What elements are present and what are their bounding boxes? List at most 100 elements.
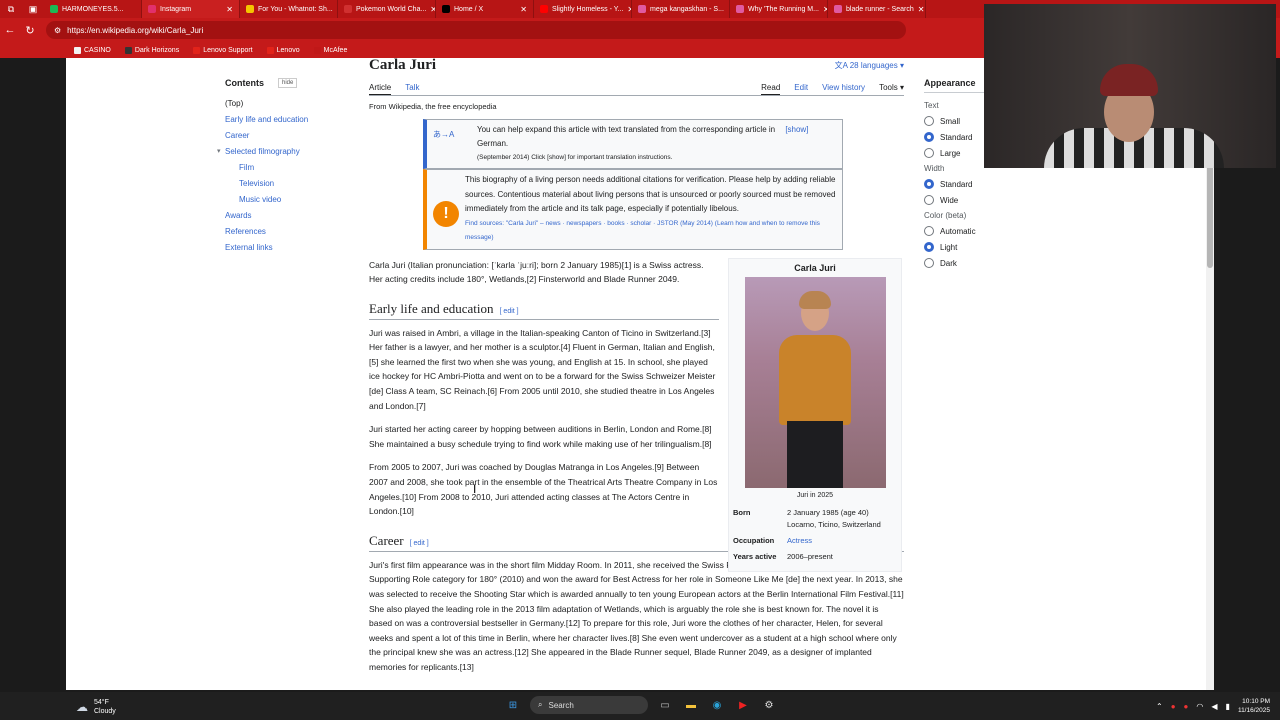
tools-menu[interactable]: Tools ▾ — [879, 83, 904, 95]
radio-circle-icon — [924, 148, 934, 158]
tab-favicon-icon — [638, 5, 646, 13]
infobox-row: Born 2 January 1985 (age 40) Locarno, Tic… — [733, 507, 897, 531]
bookmark-folder-icon — [74, 46, 81, 54]
windows-start-icon[interactable]: ⊞ — [504, 696, 522, 714]
tab-actions-icon[interactable]: ▣ — [22, 4, 44, 15]
toc-item-film[interactable]: Film — [225, 160, 365, 176]
close-tab-icon[interactable]: ✕ — [520, 5, 527, 14]
radio-circle-icon — [924, 226, 934, 236]
clock[interactable]: 10:10 PM 11/16/2025 — [1238, 697, 1270, 715]
tab-title: Home / X — [454, 5, 484, 13]
tab-edit[interactable]: Edit — [794, 83, 808, 95]
toc-item-top[interactable]: (Top) — [225, 96, 365, 112]
bookmark[interactable]: Lenovo — [266, 46, 300, 54]
webcam-overlay — [984, 4, 1276, 168]
speaker-icon[interactable]: ◀ — [1211, 702, 1217, 711]
toc-hide-button[interactable]: hide — [278, 78, 298, 88]
search-icon: ⌕ — [538, 700, 543, 709]
tab-favicon-icon — [442, 5, 450, 13]
radio-width-wide[interactable]: Wide — [924, 195, 1054, 205]
bookmark[interactable]: Lenovo Support — [193, 46, 253, 54]
radio-color-automatic[interactable]: Automatic — [924, 226, 1054, 236]
browser-tab[interactable]: Why 'The Running M...✕ — [730, 0, 828, 18]
find-sources-line[interactable]: Find sources: "Carla Juri" – news · news… — [465, 217, 836, 246]
toc-item-external-links[interactable]: External links — [225, 240, 365, 256]
browser-tab[interactable]: Instagram ✕ — [142, 0, 240, 18]
toc-item-awards[interactable]: Awards — [225, 208, 365, 224]
url-field[interactable]: ⚙ https://en.wikipedia.org/wiki/Carla_Ju… — [46, 21, 906, 39]
file-explorer-icon[interactable]: ▬ — [682, 696, 700, 714]
portrait-pants — [786, 421, 843, 488]
toc-item-early-life[interactable]: Early life and education — [225, 112, 365, 128]
browser-tab[interactable]: For You - Whatnot: Sh...✕ — [240, 0, 338, 18]
weather-widget[interactable]: ☁ 54°F Cloudy — [76, 698, 116, 716]
chevron-up-icon[interactable]: ⌃ — [1156, 702, 1163, 711]
browser-tab[interactable]: Pokemon World Cha...✕ — [338, 0, 436, 18]
edit-section-link[interactable]: [ edit ] — [500, 308, 519, 315]
infobox-value-link[interactable]: Actress — [787, 535, 812, 547]
taskbar-search[interactable]: ⌕ Search — [530, 696, 648, 714]
notice-text: This biography of a living person needs … — [465, 175, 836, 213]
languages-button[interactable]: 文A 28 languages ▾ — [835, 60, 904, 71]
tab-view-history[interactable]: View history — [822, 83, 865, 95]
reload-icon[interactable]: ↻ — [20, 24, 40, 37]
bookmark[interactable]: McAfee — [313, 46, 347, 54]
infobox: Carla Juri Juri in 2025 Born 2 January 19… — [728, 258, 902, 572]
edit-section-link[interactable]: [ edit ] — [410, 540, 429, 547]
browser-tab[interactable]: mega kangaskhan - S...✕ — [632, 0, 730, 18]
page-title: Carla Juri — [369, 58, 437, 73]
settings-gear-icon[interactable]: ⚙ — [760, 696, 778, 714]
bookmark[interactable]: CASINO — [74, 46, 111, 54]
search-label: Search — [548, 700, 574, 710]
tab-favicon-icon — [50, 5, 58, 13]
battery-icon[interactable]: ▮ — [1226, 702, 1230, 711]
tab-talk[interactable]: Talk — [405, 83, 419, 95]
tagline: From Wikipedia, the free encyclopedia — [369, 102, 497, 111]
tab-favicon-icon — [148, 5, 156, 13]
tools-label: Tools — [879, 83, 898, 92]
tab-read[interactable]: Read — [761, 83, 781, 95]
toc-item-references[interactable]: References — [225, 224, 365, 240]
workspaces-icon[interactable]: ⧉ — [0, 4, 22, 15]
radio-label: Standard — [940, 179, 973, 189]
url-text: https://en.wikipedia.org/wiki/Carla_Juri — [67, 25, 204, 35]
edge-browser-icon[interactable]: ◉ — [708, 696, 726, 714]
browser-tab[interactable]: Slightly Homeless - Y...✕ — [534, 0, 632, 18]
browser-tab[interactable]: HARMONEYES.5... — [44, 0, 142, 18]
radio-selected-icon — [924, 179, 934, 189]
close-tab-icon[interactable]: ✕ — [918, 5, 925, 14]
toc-item-career[interactable]: Career — [225, 128, 365, 144]
toc-item-selected-filmography[interactable]: Selected filmography — [217, 144, 365, 160]
bookmark-label: CASINO — [84, 46, 111, 54]
wifi-icon[interactable]: ◠ — [1196, 702, 1203, 711]
back-arrow-icon[interactable]: ← — [0, 24, 20, 36]
system-tray: ⌃ ● ● ◠ ◀ ▮ 10:10 PM 11/16/2025 — [1156, 697, 1270, 715]
paragraph: From 2005 to 2007, Juri was coached by D… — [369, 462, 718, 517]
radio-color-light[interactable]: Light — [924, 242, 1054, 252]
browser-tab[interactable]: blade runner - Search ✕ — [828, 0, 926, 18]
bookmark[interactable]: Dark Horizons — [124, 46, 179, 54]
tab-title: For You - Whatnot: Sh... — [258, 5, 333, 13]
task-view-icon[interactable]: ▭ — [656, 696, 674, 714]
media-app-icon[interactable]: ▶ — [734, 696, 752, 714]
site-info-icon[interactable]: ⚙ — [54, 26, 61, 35]
toc-item-music-video[interactable]: Music video — [225, 192, 365, 208]
toc-item-television[interactable]: Television — [225, 176, 365, 192]
show-link[interactable]: [show] — [785, 123, 808, 137]
browser-tab[interactable]: Home / X ✕ — [436, 0, 534, 18]
portrait-shirt — [778, 335, 851, 425]
portrait-image[interactable] — [744, 277, 886, 488]
radio-width-standard[interactable]: Standard — [924, 179, 1054, 189]
warning-icon: ! — [433, 201, 459, 227]
tab-article[interactable]: Article — [369, 83, 392, 95]
bookmark-favicon-icon — [124, 46, 132, 54]
microphone-icon[interactable]: ● — [1184, 702, 1189, 711]
radio-selected-icon — [924, 132, 934, 142]
security-icon[interactable]: ● — [1171, 702, 1176, 711]
radio-circle-icon — [924, 258, 934, 268]
radio-label: Wide — [940, 195, 959, 205]
radio-color-dark[interactable]: Dark — [924, 258, 1054, 268]
radio-label: Dark — [940, 258, 957, 268]
taskbar: ☁ 54°F Cloudy ⊞ ⌕ Search ▭ ▬ ◉ ▶ ⚙ ⌃ ● ● ◠… — [0, 692, 1280, 720]
close-tab-icon[interactable]: ✕ — [226, 5, 233, 14]
